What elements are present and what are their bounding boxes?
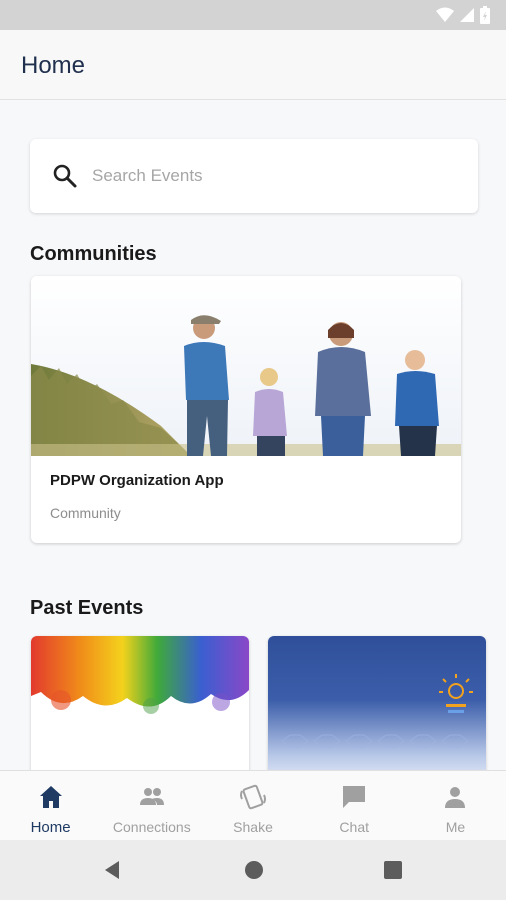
chat-icon: [343, 786, 366, 808]
home-button-icon[interactable]: [243, 859, 265, 881]
nav-home[interactable]: Home: [0, 771, 101, 840]
search-box[interactable]: [30, 139, 478, 213]
nav-chat[interactable]: Chat: [304, 771, 405, 840]
nav-label: Home: [30, 819, 71, 836]
status-icons: [436, 6, 490, 24]
system-navigation-bar: [0, 840, 506, 900]
search-input[interactable]: [92, 159, 452, 193]
community-name: PDPW Organization App: [50, 472, 224, 489]
nav-label: Shake: [233, 819, 273, 835]
person-icon: [445, 787, 466, 808]
past-event-card[interactable]: [31, 636, 249, 770]
nav-connections[interactable]: Connections: [101, 771, 202, 840]
community-card[interactable]: PDPW Organization App Community: [31, 276, 461, 543]
signal-icon: [460, 8, 474, 22]
nav-me[interactable]: Me: [405, 771, 506, 840]
status-bar: [0, 0, 506, 30]
community-photo: [31, 276, 461, 456]
event-image: [31, 636, 249, 770]
search-icon: [53, 164, 77, 188]
nav-label: Connections: [112, 819, 191, 835]
back-icon[interactable]: [101, 859, 123, 881]
nav-label: Chat: [339, 819, 369, 835]
recents-icon[interactable]: [382, 859, 404, 881]
communities-heading: Communities: [30, 243, 157, 265]
app-bar: Home: [0, 30, 506, 100]
past-events-heading: Past Events: [30, 597, 144, 619]
home-icon: [39, 786, 62, 808]
page-title: Home: [21, 52, 86, 79]
people-icon: [139, 788, 164, 805]
nav-label: Me: [445, 819, 466, 835]
community-type: Community: [50, 505, 121, 521]
shake-icon: [240, 784, 266, 810]
past-event-card[interactable]: [268, 636, 486, 770]
event-image: [268, 636, 486, 770]
wifi-icon: [436, 7, 454, 22]
home-content[interactable]: Communities: [0, 100, 506, 770]
battery-icon: [480, 6, 490, 24]
nav-shake[interactable]: Shake: [202, 771, 303, 840]
bottom-navigation: Home Connections Shake Chat Me: [0, 770, 506, 840]
